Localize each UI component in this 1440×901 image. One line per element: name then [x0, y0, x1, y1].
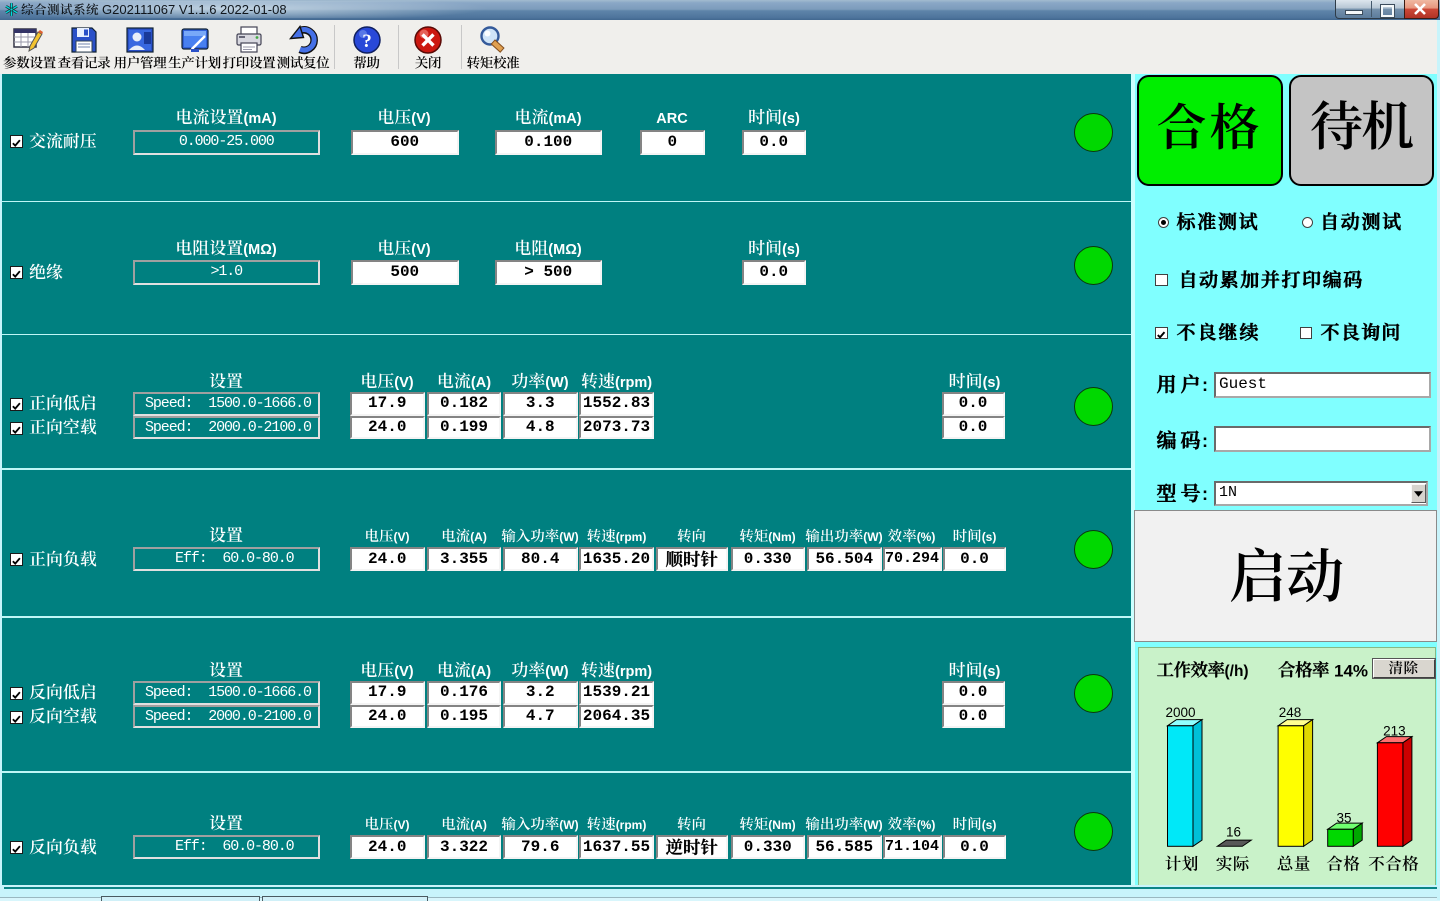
svg-text:?: ? — [362, 31, 372, 52]
